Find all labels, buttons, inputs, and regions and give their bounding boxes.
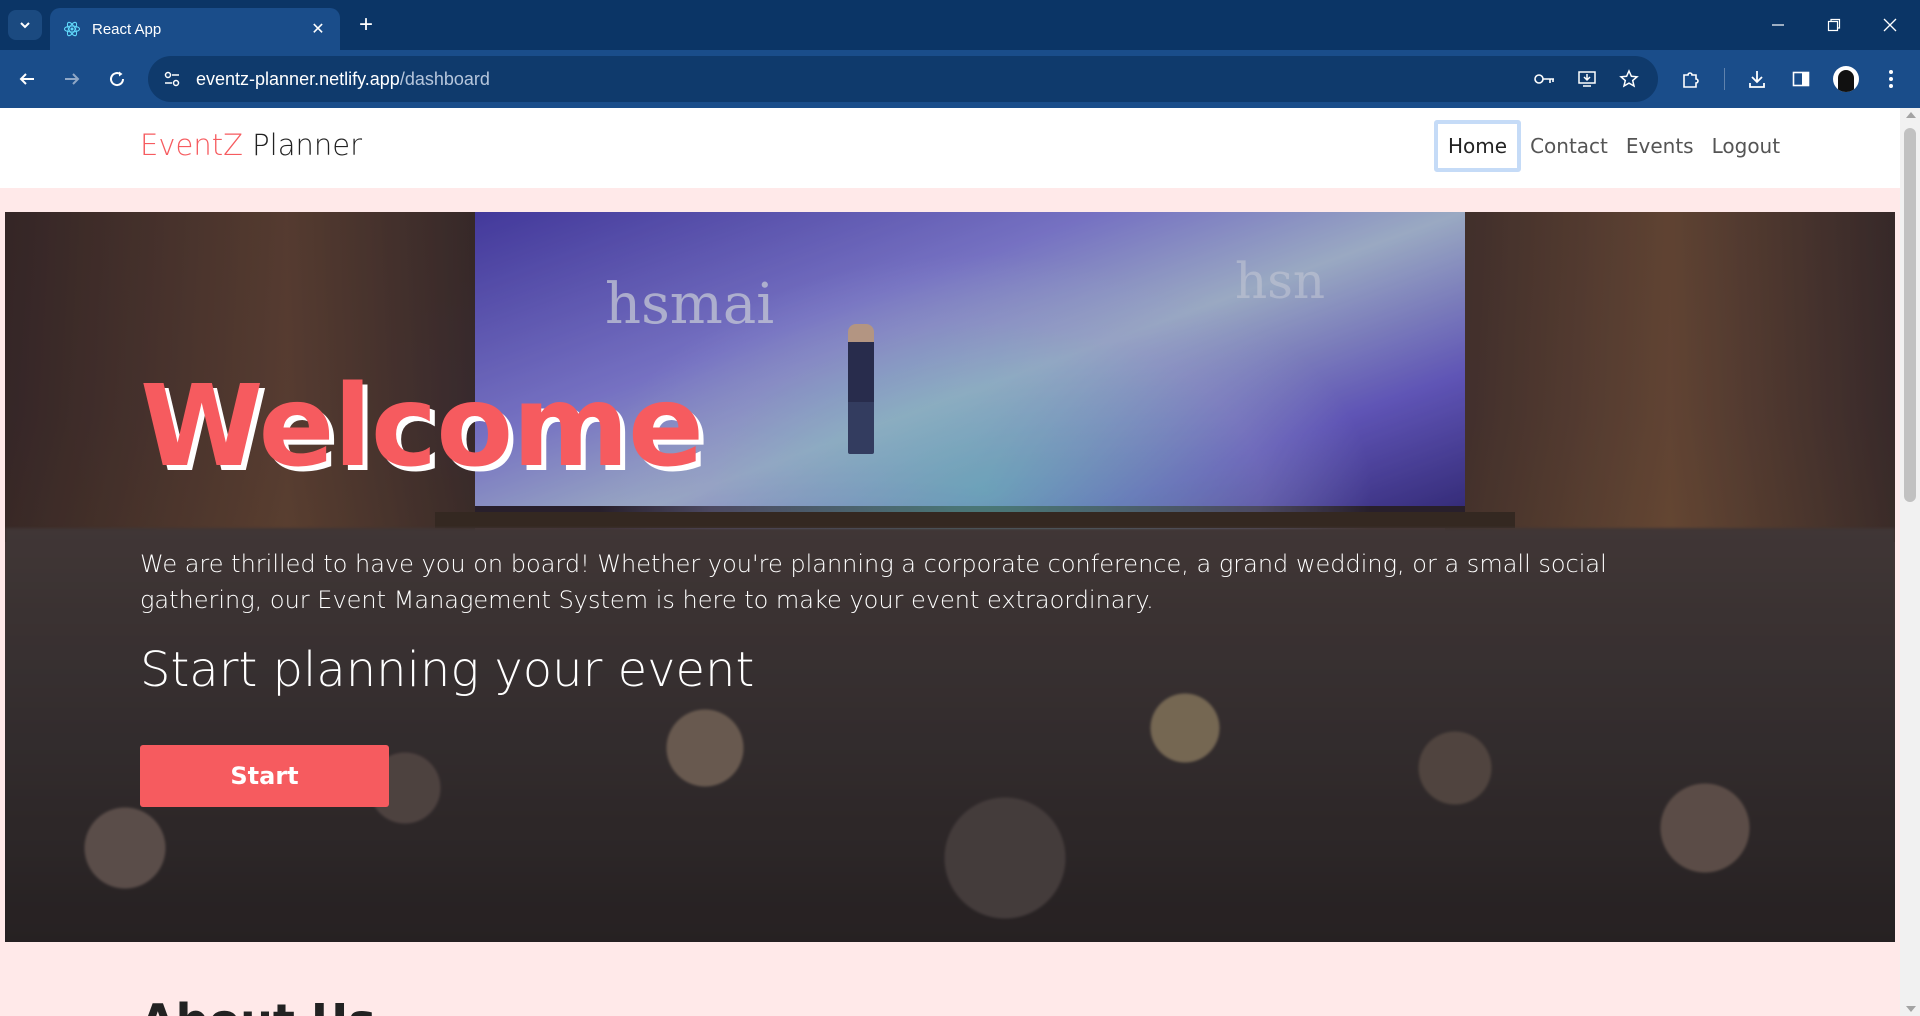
chevron-down-icon (20, 22, 30, 29)
site-info-icon[interactable] (152, 59, 192, 99)
side-panel-button[interactable] (1784, 62, 1818, 96)
bookmark-star-icon[interactable] (1610, 61, 1648, 97)
hero-subtitle: Start planning your event (140, 642, 755, 698)
tab-search-button[interactable] (8, 10, 42, 40)
puzzle-icon (1683, 72, 1699, 88)
arrow-left-icon (19, 73, 34, 85)
new-tab-button[interactable]: + (352, 12, 380, 40)
react-icon (62, 19, 82, 39)
browser-tabbar: React App ✕ + (0, 0, 1920, 50)
minimize-icon (1772, 24, 1784, 26)
hero-title: Welcome (140, 362, 704, 492)
site-brand[interactable]: EventZ Planner (140, 128, 362, 162)
minimize-button[interactable] (1750, 0, 1806, 50)
browser-menu-button[interactable] (1874, 62, 1908, 96)
avatar (1833, 66, 1859, 92)
scrollbar-thumb[interactable] (1904, 128, 1916, 502)
scroll-up-arrow-icon[interactable] (1906, 112, 1916, 118)
profile-button[interactable] (1829, 62, 1863, 96)
hero-section: hsmai hsn Welcome We are thrilled to hav… (5, 212, 1895, 942)
site-navbar: EventZ Planner Home Contact Events Logou… (0, 108, 1900, 188)
side-panel-icon (1792, 71, 1810, 87)
toolbar-separator (1724, 68, 1725, 90)
extensions-button[interactable] (1674, 62, 1708, 96)
downloads-button[interactable] (1740, 62, 1774, 96)
nav-link-logout[interactable]: Logout (1703, 120, 1789, 172)
url-text: eventz-planner.netlify.app/dashboard (196, 69, 490, 90)
restore-icon (1827, 18, 1841, 32)
tab-close-icon[interactable]: ✕ (308, 19, 328, 39)
browser-tab[interactable]: React App ✕ (50, 8, 340, 50)
nav-link-events[interactable]: Events (1617, 120, 1703, 172)
brand-accent: EventZ (140, 128, 243, 162)
password-key-icon[interactable] (1526, 61, 1564, 97)
start-button[interactable]: Start (140, 745, 389, 807)
close-window-button[interactable] (1862, 0, 1918, 50)
url-host: eventz-planner.netlify.app (196, 68, 400, 89)
page-scrollbar[interactable] (1900, 108, 1920, 1016)
about-title: About Us (140, 994, 376, 1016)
restore-button[interactable] (1806, 0, 1862, 50)
back-button[interactable] (10, 62, 44, 96)
url-path: /dashboard (399, 68, 490, 89)
page-viewport: EventZ Planner Home Contact Events Logou… (0, 108, 1920, 1016)
close-icon (1883, 18, 1897, 32)
reload-button[interactable] (100, 62, 134, 96)
forward-button[interactable] (55, 62, 89, 96)
download-icon (1749, 71, 1765, 88)
nav-link-home[interactable]: Home (1434, 120, 1522, 172)
tab-title: React App (92, 20, 162, 38)
reload-icon (110, 71, 125, 87)
nav-links: Home Contact Events Logout (1434, 120, 1789, 172)
address-bar[interactable]: eventz-planner.netlify.app/dashboard (148, 56, 1658, 102)
scroll-down-arrow-icon[interactable] (1906, 1006, 1916, 1012)
browser-toolbar: eventz-planner.netlify.app/dashboard (0, 50, 1920, 108)
brand-rest: Planner (242, 128, 363, 162)
arrow-right-icon (65, 73, 80, 85)
nav-link-contact[interactable]: Contact (1521, 120, 1617, 172)
more-vertical-icon (1889, 70, 1893, 88)
hero-description: We are thrilled to have you on board! Wh… (140, 550, 1607, 614)
install-app-icon[interactable] (1568, 61, 1606, 97)
